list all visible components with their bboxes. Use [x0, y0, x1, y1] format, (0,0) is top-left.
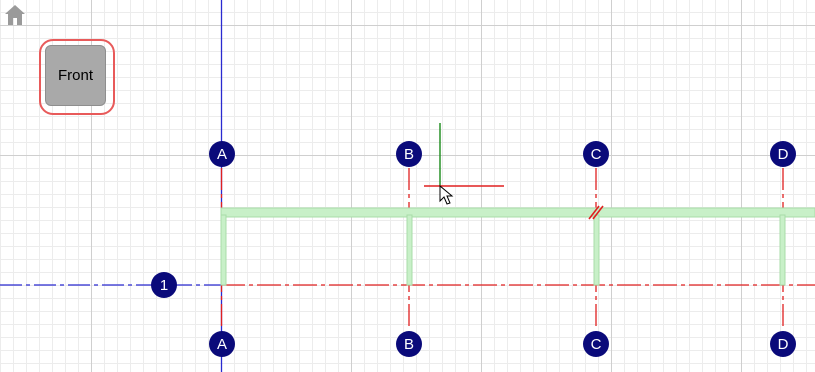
grid-label-B-top[interactable]: B	[396, 141, 422, 167]
grid-label-C-bottom-text: C	[591, 336, 602, 353]
grid-label-D-top[interactable]: D	[770, 141, 796, 167]
origin-gizmo	[424, 123, 504, 187]
grid-label-A-bottom[interactable]: A	[209, 331, 235, 357]
home-icon[interactable]	[3, 3, 27, 27]
grid-label-A-top-text: A	[217, 146, 227, 163]
drawing-canvas[interactable]: A A B B C C D D 1	[0, 0, 815, 372]
grid-label-C-top-text: C	[591, 146, 602, 163]
column-A	[220, 214, 227, 286]
grid-label-B-bottom-text: B	[404, 336, 414, 353]
column-C	[593, 214, 600, 286]
front-view-button[interactable]: Front	[45, 45, 106, 106]
column-B	[406, 214, 413, 286]
grid-label-1-text: 1	[160, 277, 168, 294]
beam-top	[220, 207, 815, 218]
grid-label-B-bottom[interactable]: B	[396, 331, 422, 357]
grid-label-D-bottom[interactable]: D	[770, 331, 796, 357]
minor-grid	[0, 0, 815, 372]
grid-label-D-bottom-text: D	[778, 336, 789, 353]
grid-label-1[interactable]: 1	[151, 272, 177, 298]
grid-label-B-top-text: B	[404, 146, 414, 163]
grid-label-C-top[interactable]: C	[583, 141, 609, 167]
grid-label-C-bottom[interactable]: C	[583, 331, 609, 357]
cursor-icon	[439, 184, 454, 205]
grid-label-D-top-text: D	[778, 146, 789, 163]
major-grid	[0, 0, 815, 372]
grid-label-A-top[interactable]: A	[209, 141, 235, 167]
column-D	[779, 214, 786, 286]
grid-label-A-bottom-text: A	[217, 336, 227, 353]
